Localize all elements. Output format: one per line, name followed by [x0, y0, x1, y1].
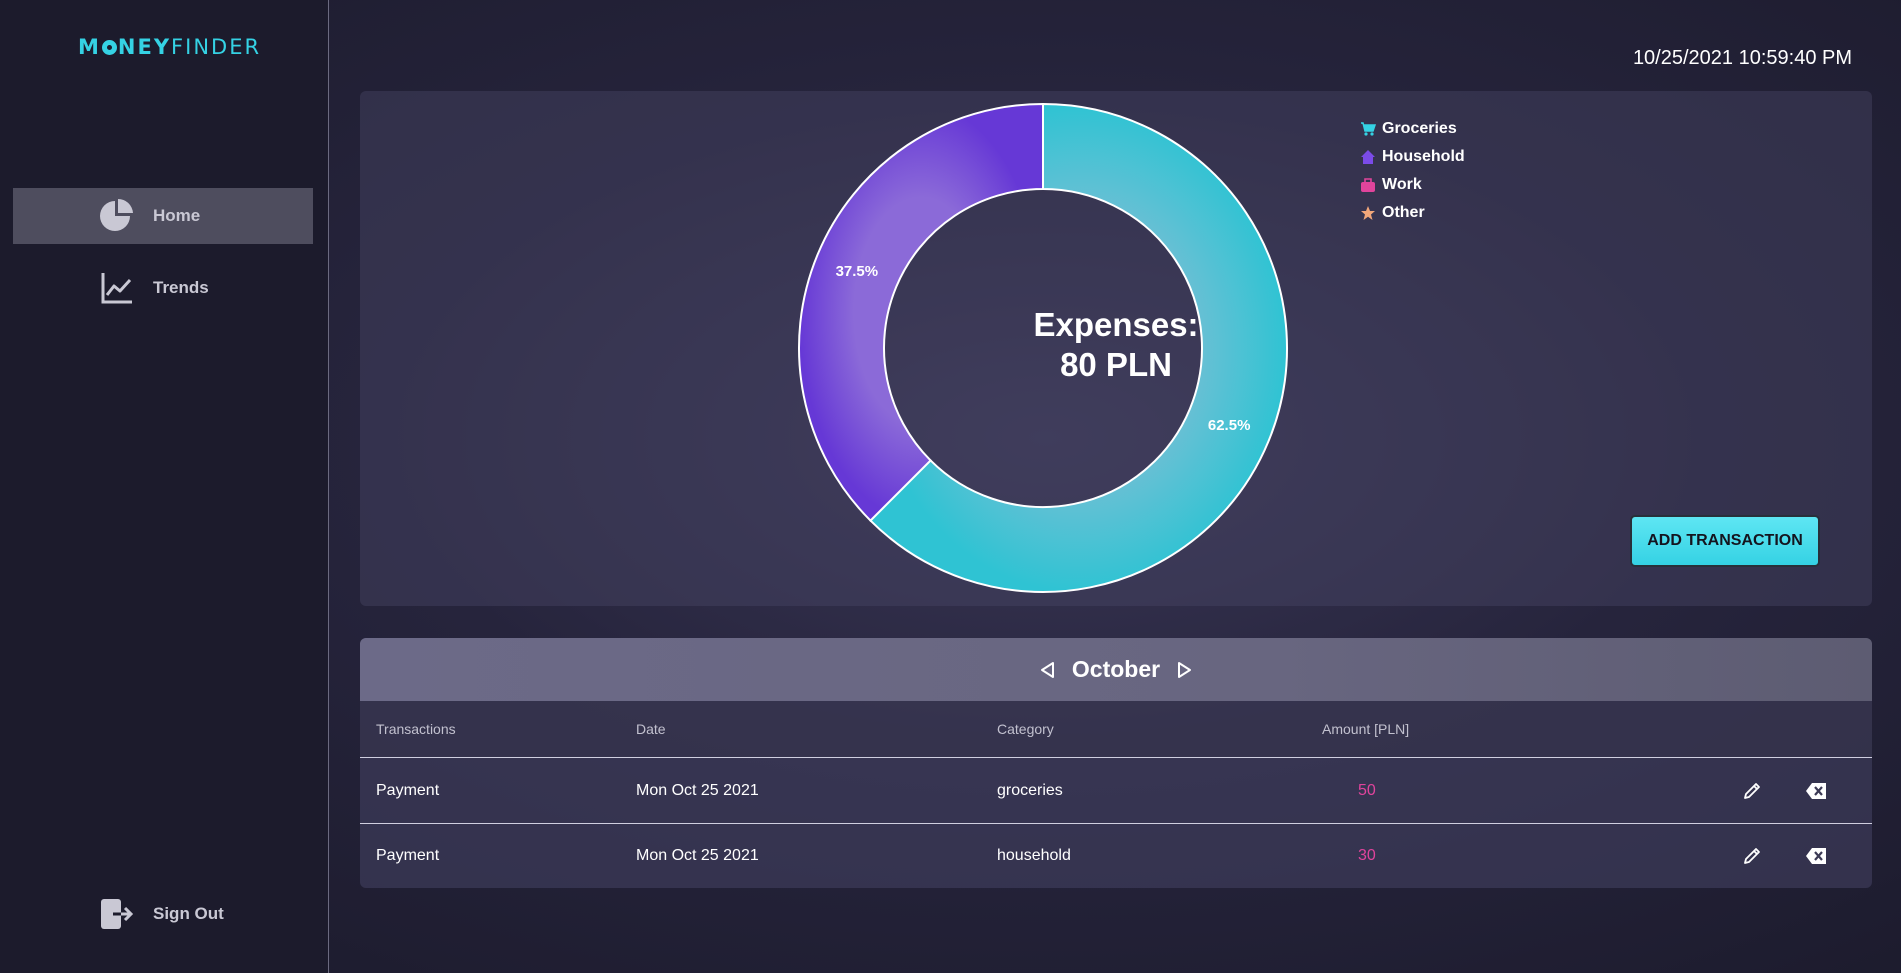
line-chart-icon	[101, 273, 132, 304]
column-header-date[interactable]: Date	[636, 721, 666, 737]
column-header-transactions[interactable]: Transactions	[376, 721, 456, 737]
logo-text-finder: FINDER	[171, 35, 262, 59]
table-row: Payment Mon Oct 25 2021 groceries 50	[360, 758, 1872, 823]
sidebar-item-home[interactable]: Home	[13, 188, 313, 244]
next-month-arrow-icon[interactable]	[1174, 660, 1194, 680]
current-month-label: October	[1071, 656, 1161, 682]
edit-pencil-icon[interactable]	[1742, 846, 1762, 866]
pie-chart-icon	[100, 198, 133, 231]
logo-coin-icon	[101, 39, 117, 55]
legend-item-groceries[interactable]: Groceries	[1360, 115, 1465, 143]
table-header-row: Transactions Date Category Amount [PLN]	[360, 701, 1872, 758]
expenses-chart-card: 62.5% 37.5% Expenses: 80 PLN Groceries Ho…	[360, 91, 1872, 606]
logo-text-ney: NEY	[117, 35, 172, 59]
legend-item-other[interactable]: Other	[1360, 199, 1465, 227]
logo-text-m: M	[78, 35, 101, 59]
sidebar-item-label: Trends	[153, 278, 209, 297]
legend-label: Household	[1382, 148, 1465, 165]
delete-backspace-icon[interactable]	[1805, 782, 1827, 800]
transaction-category: groceries	[997, 781, 1063, 799]
house-icon	[1361, 150, 1375, 164]
chart-legend: Groceries Household Work Other	[1360, 115, 1465, 227]
legend-label: Other	[1382, 204, 1425, 221]
app-logo[interactable]: M NEY FINDER	[78, 35, 261, 59]
transactions-table: October Transactions Date Category Amoun…	[360, 638, 1872, 888]
column-header-category[interactable]: Category	[997, 721, 1054, 737]
sidebar-item-label: Home	[153, 206, 201, 225]
legend-label: Work	[1382, 176, 1422, 193]
transaction-category: household	[997, 847, 1071, 864]
legend-label: Groceries	[1382, 120, 1457, 137]
table-row: Payment Mon Oct 25 2021 household 30	[360, 823, 1872, 888]
month-navigator: October	[360, 638, 1872, 701]
star-icon	[1361, 206, 1375, 220]
sign-out-button[interactable]: Sign Out	[13, 886, 313, 942]
sign-out-icon	[101, 899, 134, 929]
briefcase-icon	[1361, 178, 1375, 192]
transaction-amount: 30	[1358, 847, 1376, 864]
donut-center-text: Expenses: 80 PLN	[360, 305, 1872, 385]
delete-backspace-icon[interactable]	[1805, 847, 1827, 865]
add-transaction-button[interactable]: ADD TRANSACTION	[1630, 515, 1820, 567]
edit-pencil-icon[interactable]	[1742, 781, 1762, 801]
legend-item-work[interactable]: Work	[1360, 171, 1465, 199]
expenses-total: 80 PLN	[1060, 346, 1172, 383]
expenses-label: Expenses:	[1033, 306, 1199, 343]
column-header-amount[interactable]: Amount [PLN]	[1322, 721, 1409, 737]
previous-month-arrow-icon[interactable]	[1038, 660, 1058, 680]
slice-percent-label: 62.5%	[1208, 417, 1251, 434]
current-datetime: 10/25/2021 10:59:40 PM	[1632, 47, 1852, 69]
transaction-amount: 50	[1358, 781, 1376, 799]
slice-percent-label: 37.5%	[836, 263, 879, 280]
legend-item-household[interactable]: Household	[1360, 143, 1465, 171]
cart-icon	[1361, 122, 1376, 136]
transaction-name: Payment	[376, 847, 440, 864]
transaction-date: Mon Oct 25 2021	[636, 781, 759, 799]
transaction-date: Mon Oct 25 2021	[636, 847, 759, 864]
transaction-name: Payment	[376, 781, 440, 799]
sign-out-label: Sign Out	[153, 904, 224, 923]
sidebar: M NEY FINDER Home Trends Sign Out	[0, 0, 329, 973]
sidebar-item-trends[interactable]: Trends	[13, 260, 313, 316]
